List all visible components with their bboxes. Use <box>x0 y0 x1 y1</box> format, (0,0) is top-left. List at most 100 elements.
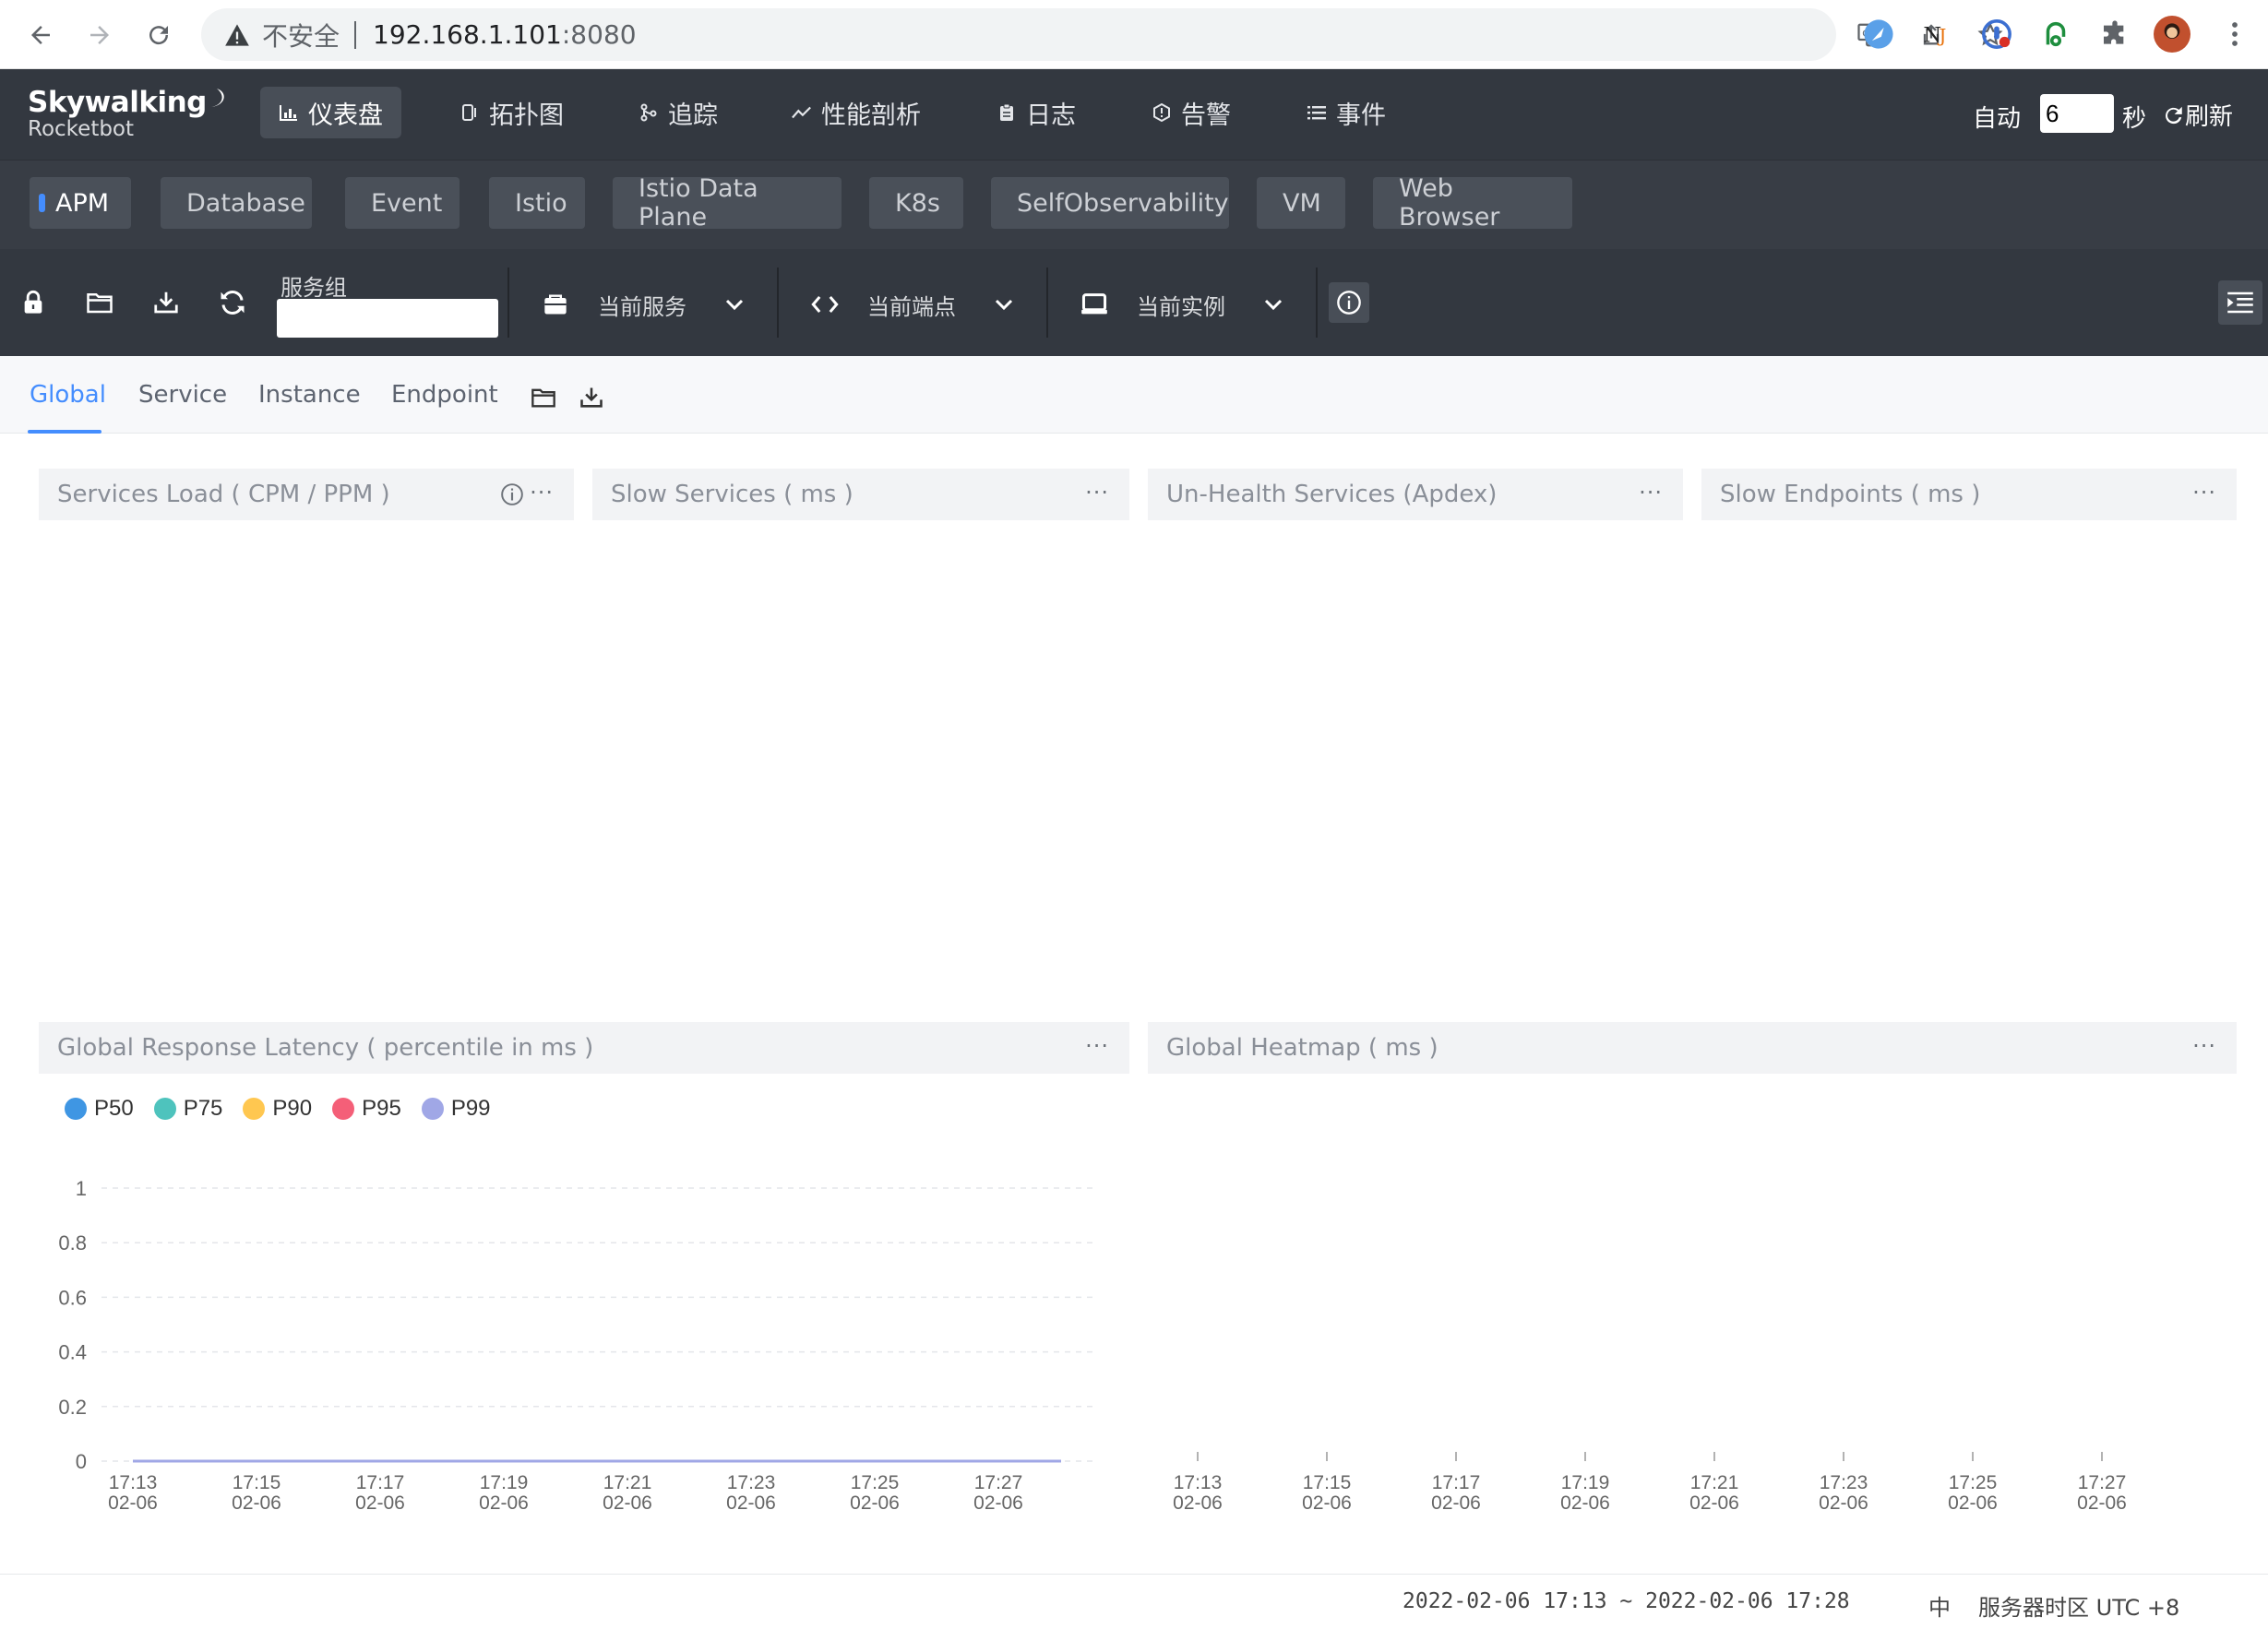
indent-icon <box>2227 291 2253 314</box>
template-tab-event[interactable]: Event <box>345 177 460 229</box>
chevron-down-icon <box>1262 293 1284 315</box>
more-menu-icon[interactable]: ··· <box>1085 1033 1109 1059</box>
x-tick-date-label: 02-06 <box>232 1492 281 1514</box>
more-menu-icon[interactable]: ··· <box>1085 480 1109 505</box>
subtab-service[interactable]: Service <box>138 381 227 409</box>
legend-label: P95 <box>362 1096 401 1121</box>
panel-slow-services: Slow Services ( ms ) ··· <box>592 469 1129 520</box>
panel-title: Services Load ( CPM / PPM ) <box>57 481 390 508</box>
download-icon[interactable] <box>149 286 183 319</box>
current-instance-select[interactable]: 当前实例 <box>1078 286 1284 323</box>
nav-log[interactable]: 日志 <box>978 87 1094 138</box>
current-service-select[interactable]: 当前服务 <box>539 286 746 323</box>
reload-icon[interactable] <box>137 13 181 57</box>
app-header: Skywalking Rocketbot 仪表盘 拓扑图 追踪 性能剖析 日志 … <box>0 69 2268 160</box>
sync-icon[interactable] <box>216 286 249 319</box>
folder-icon[interactable] <box>83 286 116 319</box>
legend-label: P75 <box>183 1096 223 1121</box>
template-tab-label: SelfObservability <box>1017 188 1229 218</box>
template-tab-istio[interactable]: Istio <box>489 177 585 229</box>
download-icon[interactable] <box>578 384 605 411</box>
x-tick-date-label: 02-06 <box>2077 1492 2127 1514</box>
template-tab-vm[interactable]: VM <box>1257 177 1345 229</box>
language-toggle[interactable]: 中 <box>1928 1589 1951 1622</box>
skywalking-logo[interactable]: Skywalking Rocketbot <box>28 86 228 141</box>
profile-avatar-icon[interactable] <box>2154 16 2190 53</box>
x-tick-label: 17:21 <box>603 1472 652 1493</box>
extension-password-icon[interactable] <box>1978 16 2015 53</box>
legend-label: P90 <box>272 1096 313 1121</box>
extension-feather-icon[interactable] <box>1860 16 1897 53</box>
x-tick-date-label: 02-06 <box>1173 1492 1223 1514</box>
service-group-input[interactable] <box>277 299 498 338</box>
nav-trace-label: 追踪 <box>668 101 718 130</box>
lock-icon[interactable] <box>17 286 50 319</box>
template-tab-apm[interactable]: APM <box>30 177 131 229</box>
legend-swatch <box>243 1098 266 1120</box>
legend-item[interactable]: P50 <box>65 1096 134 1122</box>
nav-profile[interactable]: 性能剖析 <box>773 87 939 138</box>
panel-unhealth-services: Un-Health Services (Apdex) ··· <box>1148 469 1683 520</box>
extension-green-icon[interactable] <box>2037 16 2074 53</box>
dashboard-subtabs: Global Service Instance Endpoint <box>0 356 2268 434</box>
time-range[interactable]: 2022-02-06 17:13 ~ 2022-02-06 17:28 <box>1403 1589 1850 1613</box>
nav-alarm[interactable]: 告警 <box>1133 87 1249 138</box>
x-tick-label: 17:13 <box>1174 1472 1223 1493</box>
folder-icon[interactable] <box>530 384 557 411</box>
x-tick-label: 17:19 <box>1561 1472 1610 1493</box>
x-tick-label: 17:15 <box>1303 1472 1352 1493</box>
subtab-global[interactable]: Global <box>30 381 106 409</box>
panel-services-load: Services Load ( CPM / PPM ) ··· <box>39 469 574 520</box>
legend-item[interactable]: P75 <box>153 1096 223 1122</box>
legend-item[interactable]: P90 <box>243 1096 312 1122</box>
refresh-button[interactable]: 刷新 <box>2161 98 2233 132</box>
template-tab-istio-data-plane[interactable]: Istio Data Plane <box>613 174 842 232</box>
insecure-label: 不安全 <box>262 20 340 52</box>
current-endpoint-select[interactable]: 当前端点 <box>808 286 1015 323</box>
x-tick-date-label: 02-06 <box>355 1492 405 1514</box>
y-tick-label: 0.8 <box>58 1231 87 1254</box>
server-timezone: 服务器时区 UTC +8 <box>1978 1595 2180 1621</box>
nav-event[interactable]: 事件 <box>1288 87 1404 138</box>
toggle-sidebar-button[interactable] <box>2218 280 2262 325</box>
more-menu-icon[interactable]: ··· <box>2192 480 2216 505</box>
template-tab-web-browser[interactable]: Web Browser <box>1373 174 1572 232</box>
nav-topology[interactable]: 拓扑图 <box>441 87 582 138</box>
x-tick-label: 17:25 <box>1949 1472 1998 1493</box>
legend-item[interactable]: P99 <box>421 1096 491 1122</box>
more-menu-icon[interactable]: ··· <box>2192 1033 2216 1059</box>
forward-arrow-icon[interactable] <box>78 13 122 57</box>
svg-text:J: J <box>1937 26 1946 47</box>
subtab-endpoint[interactable]: Endpoint <box>391 381 498 409</box>
instance-laptop-icon <box>1078 288 1111 321</box>
subtab-instance[interactable]: Instance <box>258 381 361 409</box>
more-menu-icon[interactable]: ··· <box>1639 480 1663 505</box>
panel-title: Un-Health Services (Apdex) <box>1166 481 1498 508</box>
auto-refresh-interval-input[interactable] <box>2040 94 2114 133</box>
x-tick-label: 17:13 <box>109 1472 158 1493</box>
template-tab-database[interactable]: Database <box>161 177 312 229</box>
address-bar[interactable]: 不安全 192.168.1.101:8080 G文 <box>201 8 2003 61</box>
url-port: :8080 <box>561 19 637 50</box>
legend-item[interactable]: P95 <box>332 1096 401 1122</box>
url-host: 192.168.1.101 <box>373 19 562 50</box>
template-tab-k8s[interactable]: K8s <box>869 177 963 229</box>
template-tab-selfobservability[interactable]: SelfObservability <box>991 177 1229 229</box>
panel-title: Slow Services ( ms ) <box>611 481 853 508</box>
info-icon[interactable] <box>500 482 524 506</box>
y-tick-label: 1 <box>76 1177 87 1200</box>
extension-nj-icon[interactable]: NJ <box>1919 16 1956 53</box>
nav-trace[interactable]: 追踪 <box>620 87 736 138</box>
x-tick-label: 17:25 <box>851 1472 900 1493</box>
legend-swatch <box>332 1098 355 1120</box>
more-menu-icon[interactable]: ··· <box>530 480 554 505</box>
template-tab-label: VM <box>1283 188 1321 218</box>
auto-refresh-unit: 秒 <box>2122 105 2147 133</box>
extensions-puzzle-icon[interactable] <box>2096 16 2133 53</box>
browser-menu-icon[interactable] <box>2216 16 2253 53</box>
y-tick-label: 0 <box>76 1450 87 1473</box>
back-arrow-icon[interactable] <box>18 13 63 57</box>
nav-dashboard[interactable]: 仪表盘 <box>260 87 401 138</box>
panel-slow-endpoints: Slow Endpoints ( ms ) ··· <box>1701 469 2237 520</box>
info-button[interactable] <box>1329 282 1369 323</box>
